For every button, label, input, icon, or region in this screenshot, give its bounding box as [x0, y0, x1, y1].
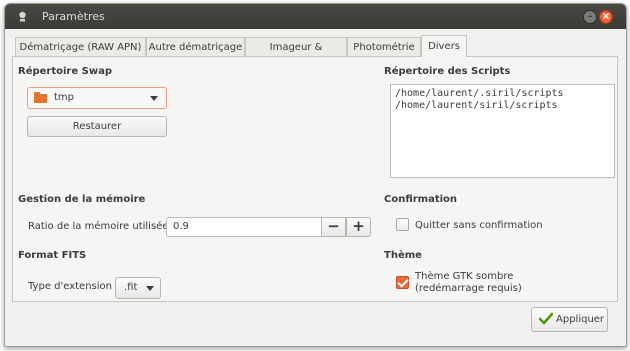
- close-icon: ×: [601, 11, 611, 22]
- close-button[interactable]: ×: [599, 10, 613, 24]
- folder-icon: [34, 92, 47, 103]
- fits-extension-label: Type d'extension :: [28, 281, 119, 292]
- theme-section-title: Thème: [384, 250, 422, 261]
- tab-photometry[interactable]: Photométrie: [347, 37, 421, 56]
- fits-section-title: Format FITS: [18, 250, 87, 261]
- swap-section-title: Répertoire Swap: [18, 66, 112, 77]
- checkmark-icon: [539, 312, 553, 325]
- tab-misc[interactable]: Divers: [421, 35, 467, 57]
- minus-icon: −: [327, 217, 340, 235]
- scripts-section-title: Répertoire des Scripts: [384, 66, 511, 77]
- app-icon: [19, 11, 26, 22]
- apply-button[interactable]: Appliquer: [531, 307, 608, 332]
- scripts-paths-textview[interactable]: /home/laurent/.siril/scripts /home/laure…: [390, 84, 615, 178]
- plus-icon: +: [352, 217, 365, 235]
- misc-panel: Répertoire Swap tmp Restaurer Répertoire…: [12, 56, 618, 302]
- minimize-icon: –: [587, 11, 593, 22]
- fits-extension-combo[interactable]: .fit: [115, 277, 161, 299]
- fits-extension-value: .fit: [124, 282, 138, 293]
- chevron-down-icon: [146, 286, 154, 291]
- title-bar[interactable]: Paramètres – ×: [5, 4, 626, 29]
- memory-ratio-input[interactable]: 0.9: [166, 217, 322, 237]
- tab-imager-optics[interactable]: Imageur & Optiques: [245, 37, 347, 72]
- quit-without-confirmation-label[interactable]: Quitter sans confirmation: [415, 220, 543, 231]
- settings-window: Paramètres – × Dématriçage (RAW APN) Aut…: [4, 3, 627, 347]
- gtk-dark-theme-checkbox[interactable]: [396, 276, 409, 289]
- memory-ratio-decrement-button[interactable]: −: [321, 217, 346, 237]
- minimize-button[interactable]: –: [583, 10, 597, 24]
- tab-other-demosaicing[interactable]: Autre dématriçage: [146, 37, 245, 56]
- memory-ratio-label: Ratio de la mémoire utilisée :: [28, 221, 176, 232]
- window-title: Paramètres: [42, 10, 105, 23]
- apply-button-label: Appliquer: [556, 314, 605, 325]
- swap-directory-combo[interactable]: tmp: [27, 87, 167, 109]
- chevron-down-icon: [150, 96, 158, 101]
- memory-ratio-increment-button[interactable]: +: [346, 217, 371, 237]
- gtk-dark-theme-label-line2: (redémarrage requis): [415, 283, 522, 294]
- confirmation-section-title: Confirmation: [384, 194, 458, 205]
- swap-directory-value: tmp: [54, 92, 75, 103]
- quit-without-confirmation-checkbox[interactable]: [396, 218, 409, 231]
- gtk-dark-theme-label[interactable]: Thème GTK sombre (redémarrage requis): [415, 271, 522, 295]
- restore-button[interactable]: Restaurer: [27, 116, 167, 137]
- gtk-dark-theme-label-line1: Thème GTK sombre: [415, 271, 514, 282]
- script-path: /home/laurent/siril/scripts: [395, 100, 558, 111]
- tab-demosaicing-raw[interactable]: Dématriçage (RAW APN): [15, 37, 146, 56]
- memory-section-title: Gestion de la mémoire: [18, 194, 146, 205]
- script-path: /home/laurent/.siril/scripts: [395, 88, 564, 99]
